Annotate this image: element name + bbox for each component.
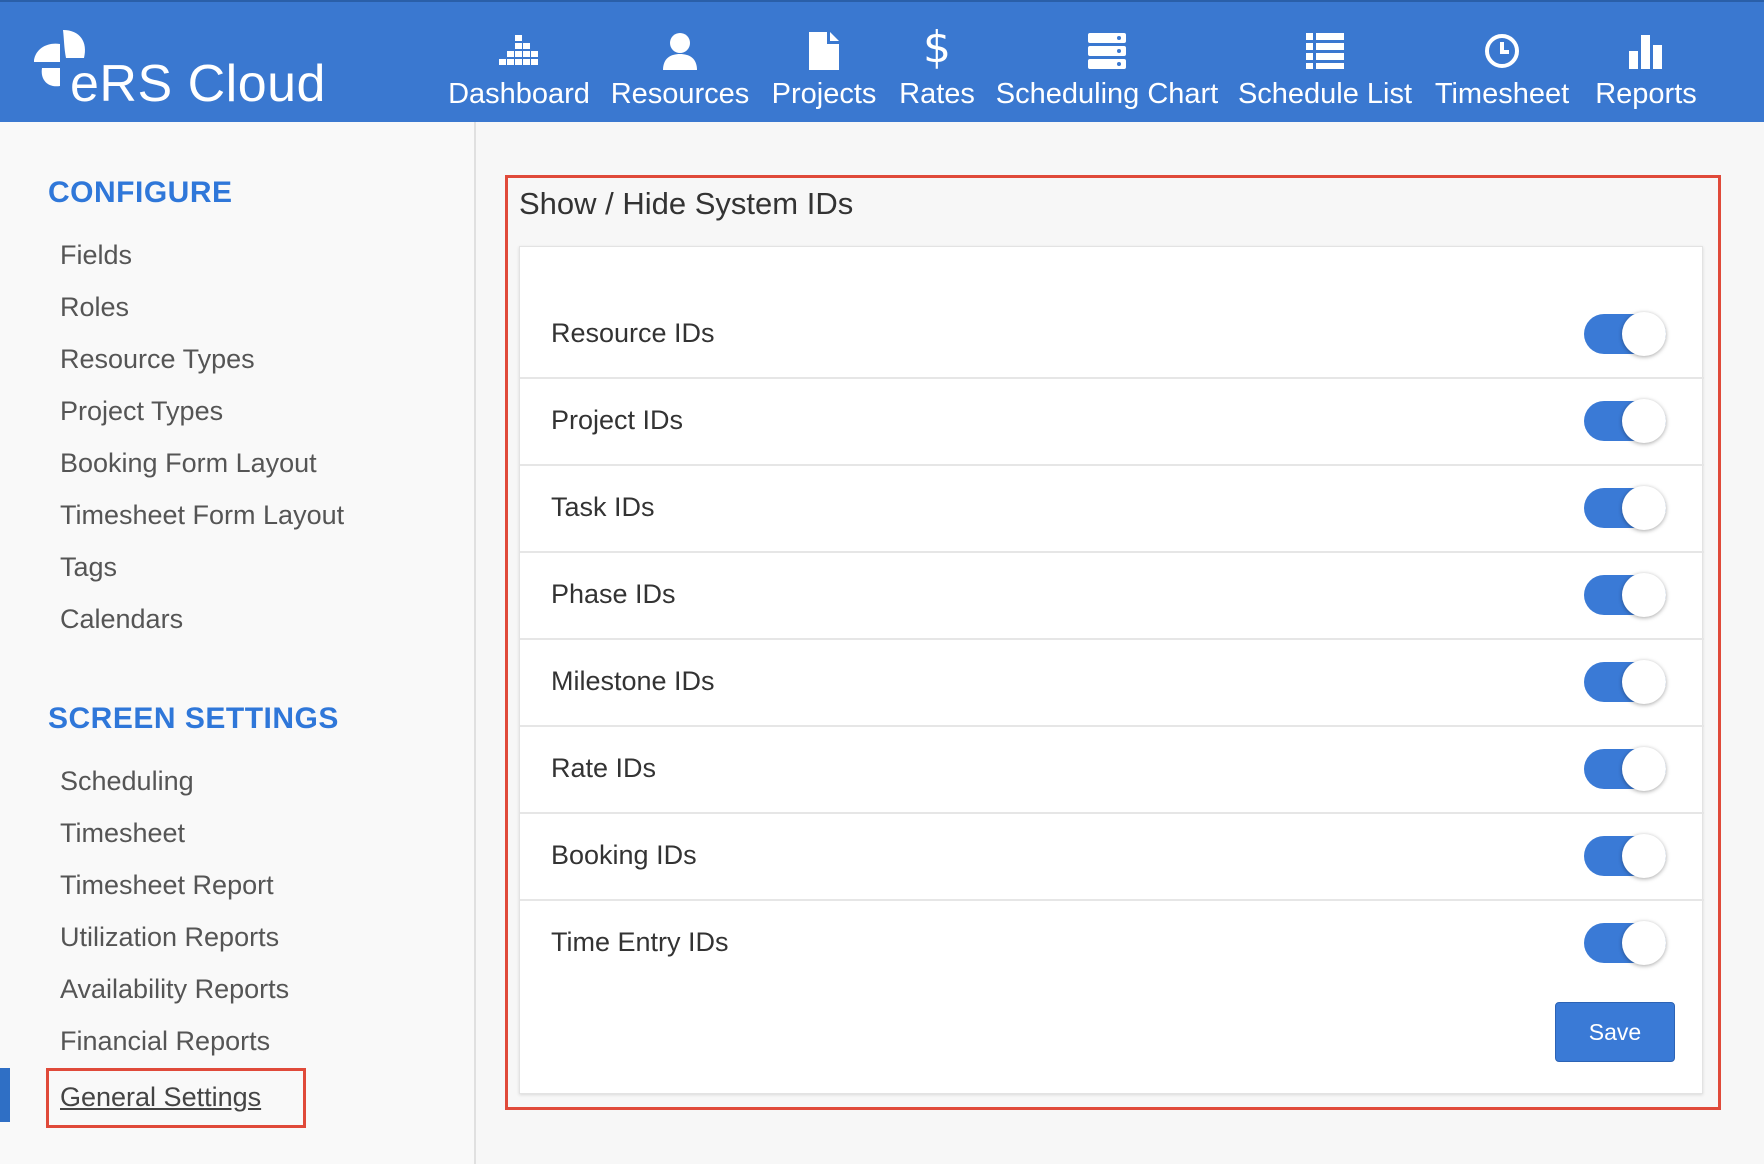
task-ids-toggle[interactable] bbox=[1584, 486, 1666, 530]
user-icon bbox=[661, 30, 699, 72]
sidebar-item-financial-reports[interactable]: Financial Reports bbox=[60, 1026, 270, 1057]
setting-row-booking-ids: Booking IDs bbox=[520, 814, 1704, 901]
setting-label: Rate IDs bbox=[551, 753, 657, 783]
sidebar-item-general-settings[interactable]: General Settings bbox=[60, 1082, 261, 1113]
panel-title: Show / Hide System IDs bbox=[519, 186, 854, 221]
setting-row-resource-ids: Resource IDs bbox=[520, 292, 1704, 379]
server-stack-icon bbox=[1088, 30, 1126, 72]
toggle-knob bbox=[1622, 921, 1666, 965]
setting-row-phase-ids: Phase IDs bbox=[520, 553, 1704, 640]
configure-section-title: CONFIGURE bbox=[48, 176, 233, 209]
nav-label: Dashboard bbox=[448, 78, 590, 110]
setting-row-task-ids: Task IDs bbox=[520, 466, 1704, 553]
setting-label: Phase IDs bbox=[551, 579, 676, 609]
sidebar-item-timesheet[interactable]: Timesheet bbox=[60, 818, 185, 849]
milestone-ids-toggle[interactable] bbox=[1584, 660, 1666, 704]
sidebar-item-utilization-reports[interactable]: Utilization Reports bbox=[60, 922, 279, 953]
setting-label: Project IDs bbox=[551, 405, 684, 435]
screen-settings-section-title: SCREEN SETTINGS bbox=[48, 702, 339, 735]
setting-row-project-ids: Project IDs bbox=[520, 379, 1704, 466]
active-item-indicator bbox=[0, 1068, 10, 1122]
rate-ids-toggle[interactable] bbox=[1584, 747, 1666, 791]
sidebar-item-fields[interactable]: Fields bbox=[60, 240, 132, 271]
time-entry-ids-toggle[interactable] bbox=[1584, 921, 1666, 965]
nav-scheduling-chart[interactable]: Scheduling Chart bbox=[995, 2, 1219, 124]
bar-chart-icon bbox=[1629, 30, 1663, 72]
nav-timesheet[interactable]: Timesheet bbox=[1434, 2, 1570, 124]
toggle-knob bbox=[1622, 486, 1666, 530]
toggle-knob bbox=[1622, 747, 1666, 791]
setting-label: Milestone IDs bbox=[551, 666, 715, 696]
toggle-knob bbox=[1622, 573, 1666, 617]
dashboard-grid-icon bbox=[499, 30, 539, 72]
sidebar-item-calendars[interactable]: Calendars bbox=[60, 604, 183, 635]
nav-schedule-list[interactable]: Schedule List bbox=[1238, 2, 1412, 124]
setting-label: Time Entry IDs bbox=[551, 927, 729, 957]
resource-ids-toggle[interactable] bbox=[1584, 312, 1666, 356]
nav-label: Rates bbox=[899, 78, 975, 110]
sidebar-item-tags[interactable]: Tags bbox=[60, 552, 117, 583]
nav-label: Schedule List bbox=[1237, 78, 1413, 110]
nav-reports[interactable]: Reports bbox=[1594, 2, 1698, 124]
nav-label: Resources bbox=[610, 78, 750, 110]
setting-row-time-entry-ids: Time Entry IDs bbox=[520, 901, 1704, 988]
setting-row-milestone-ids: Milestone IDs bbox=[520, 640, 1704, 727]
project-ids-toggle[interactable] bbox=[1584, 399, 1666, 443]
setting-row-rate-ids: Rate IDs bbox=[520, 727, 1704, 814]
toggle-knob bbox=[1622, 834, 1666, 878]
nav-dashboard[interactable]: Dashboard bbox=[448, 2, 590, 124]
sidebar-item-availability-reports[interactable]: Availability Reports bbox=[60, 974, 289, 1005]
toggle-knob bbox=[1622, 660, 1666, 704]
phase-ids-toggle[interactable] bbox=[1584, 573, 1666, 617]
sidebar-item-resource-types[interactable]: Resource Types bbox=[60, 344, 255, 375]
toggle-knob bbox=[1622, 399, 1666, 443]
nav-label: Reports bbox=[1595, 78, 1697, 110]
nav-label: Scheduling Chart bbox=[995, 78, 1219, 110]
sidebar-item-scheduling[interactable]: Scheduling bbox=[60, 766, 194, 797]
nav-projects[interactable]: Projects bbox=[772, 2, 876, 124]
save-button[interactable]: Save bbox=[1555, 1002, 1675, 1062]
settings-sidebar: CONFIGURE Fields Roles Resource Types Pr… bbox=[0, 122, 476, 1164]
sidebar-item-booking-form-layout[interactable]: Booking Form Layout bbox=[60, 448, 317, 479]
setting-label: Resource IDs bbox=[551, 318, 715, 348]
dollar-icon: $ bbox=[923, 21, 951, 73]
nav-rates[interactable]: $ Rates bbox=[899, 2, 975, 124]
sidebar-item-roles[interactable]: Roles bbox=[60, 292, 129, 323]
app-name: eRS Cloud bbox=[70, 55, 326, 113]
setting-label: Booking IDs bbox=[551, 840, 697, 870]
sidebar-item-project-types[interactable]: Project Types bbox=[60, 396, 223, 427]
nav-label: Projects bbox=[771, 78, 877, 110]
setting-label: Task IDs bbox=[551, 492, 655, 522]
system-ids-card: Resource IDs Project IDs Task IDs Phase … bbox=[519, 246, 1704, 1094]
clock-icon bbox=[1483, 30, 1521, 72]
document-icon bbox=[809, 30, 839, 72]
nav-resources[interactable]: Resources bbox=[611, 2, 749, 124]
list-icon bbox=[1306, 30, 1344, 72]
nav-label: Timesheet bbox=[1434, 78, 1570, 110]
sidebar-item-timesheet-report[interactable]: Timesheet Report bbox=[60, 870, 274, 901]
booking-ids-toggle[interactable] bbox=[1584, 834, 1666, 878]
sidebar-item-timesheet-form-layout[interactable]: Timesheet Form Layout bbox=[60, 500, 344, 531]
toggle-knob bbox=[1622, 312, 1666, 356]
app-logo[interactable]: eRS Cloud bbox=[28, 24, 328, 114]
top-navigation-bar: eRS Cloud Dashboard Resources Projects $… bbox=[0, 0, 1764, 122]
